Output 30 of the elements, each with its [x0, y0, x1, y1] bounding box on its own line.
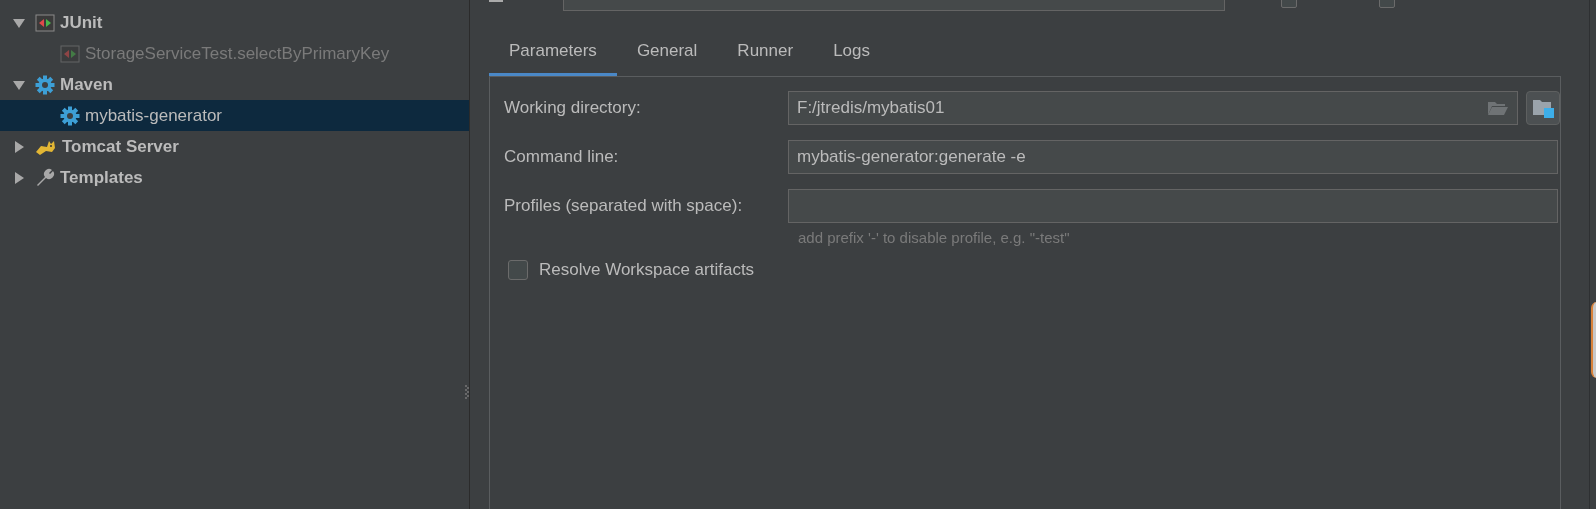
tree-item[interactable]: Tomcat Server — [0, 131, 469, 162]
hint-text: add prefix '-' to disable profile, e.g. "-test" — [798, 229, 1071, 246]
tree-item[interactable]: JUnit — [0, 7, 469, 38]
gear-icon — [60, 105, 80, 126]
tab[interactable]: General — [616, 37, 718, 76]
checkbox[interactable] — [508, 260, 528, 280]
folder-icon[interactable] — [1487, 100, 1509, 116]
test-runner-icon — [60, 44, 80, 63]
wrench-icon — [35, 167, 55, 188]
folder-icon — [1531, 97, 1555, 119]
tab[interactable]: Parameters — [489, 37, 617, 76]
drag-handle-icon[interactable] — [465, 384, 469, 400]
collapsed-arrow-icon[interactable] — [12, 139, 26, 154]
tree-item[interactable]: Templates — [0, 162, 469, 193]
command-line-field[interactable]: mybatis-generator:generate -e — [788, 140, 1558, 174]
checkbox-label: Resolve Workspace artifacts — [539, 260, 755, 280]
tab[interactable]: Logs — [813, 37, 890, 76]
field-label: Command line: — [504, 147, 620, 167]
tree-item[interactable]: mybatis-generator — [0, 100, 469, 131]
browse-button[interactable] — [1526, 91, 1560, 125]
tab[interactable]: Runner — [717, 37, 814, 76]
test-runner-icon — [35, 13, 55, 32]
tree-item[interactable]: Maven — [0, 69, 469, 100]
gear-icon — [35, 74, 55, 95]
collapsed-arrow-icon[interactable] — [12, 170, 26, 185]
field-label: Profiles (separated with space): — [504, 196, 744, 216]
name-field[interactable] — [563, 0, 1225, 11]
field-label: Working directory: — [504, 98, 642, 118]
directory-field[interactable]: F:/jtredis/mybatis01 — [788, 91, 1518, 125]
profiles-field[interactable] — [788, 189, 1558, 223]
